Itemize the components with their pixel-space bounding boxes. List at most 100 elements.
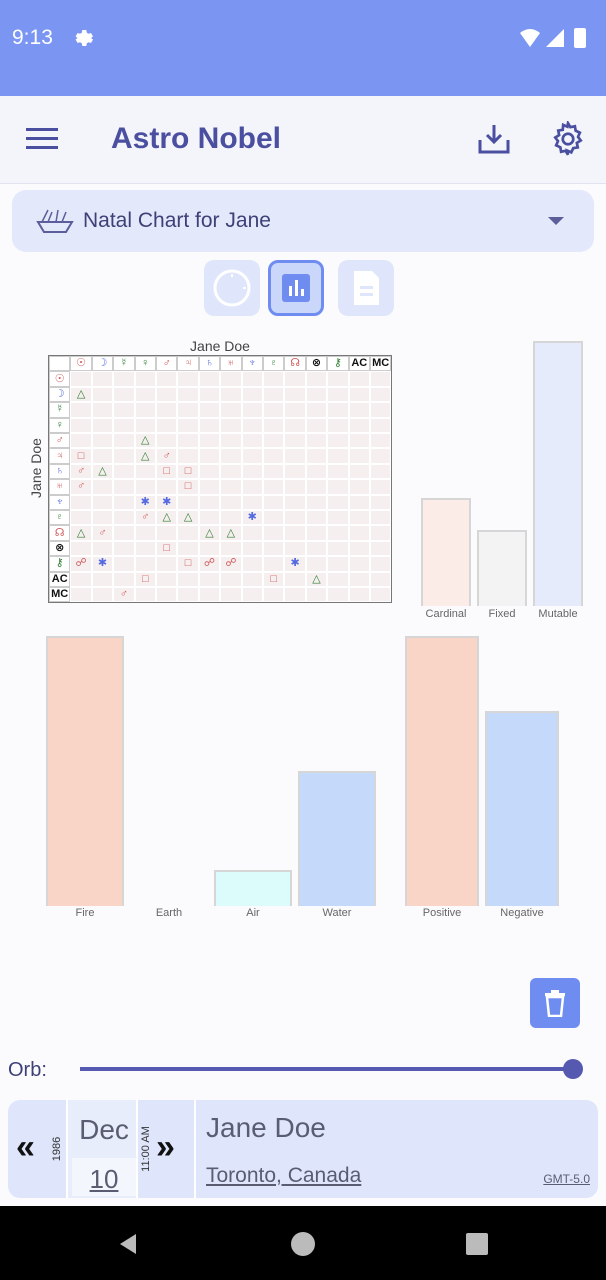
wheel-view-button[interactable] (204, 260, 260, 316)
grid-row-header: ♅ (49, 479, 71, 495)
aspect-cell (263, 525, 285, 541)
grid-column-header: MC (370, 356, 392, 372)
aspect-cell (113, 433, 135, 449)
home-icon[interactable] (291, 1232, 315, 1256)
aspect-cell (305, 479, 328, 495)
aspect-cell (305, 510, 328, 526)
aspect-cell: ✱ (91, 556, 114, 572)
back-icon[interactable] (116, 1232, 140, 1256)
aspect-cell: ☍ (198, 556, 221, 572)
aspect-cell: △ (177, 510, 199, 526)
download-icon[interactable] (476, 122, 512, 156)
grid-column-header: ☉ (70, 356, 92, 372)
aspect-cell (156, 525, 178, 541)
aspect-cell (220, 540, 242, 557)
aspect-cell: ✱ (134, 494, 156, 510)
aspect-cell (156, 479, 178, 495)
aspect-cell (177, 433, 199, 449)
aspect-cell (113, 494, 135, 510)
bar-positive (405, 636, 479, 906)
aspect-cell (198, 540, 221, 557)
year-text[interactable]: 1986 (51, 1137, 63, 1161)
grid-row-header: ♂ (49, 433, 71, 449)
aspect-cell: □ (263, 571, 285, 587)
grid-row-header: MC (49, 587, 71, 603)
bar-air (214, 870, 292, 906)
grid-row-header: ☿ (49, 402, 71, 418)
aspect-cell: △ (198, 525, 221, 541)
grid-column-header: ♄ (198, 356, 221, 372)
bar-mutable (533, 341, 583, 606)
chart-selector[interactable]: Natal Chart for Jane (12, 190, 594, 252)
bowl-icon (36, 209, 74, 233)
aspect-cell (284, 571, 306, 587)
aspect-cell (348, 448, 370, 464)
grid-column-header: ♅ (220, 356, 242, 372)
aspect-cell (284, 371, 306, 387)
recents-icon[interactable] (466, 1233, 488, 1255)
aspect-cell (348, 510, 370, 526)
aspect-cell (370, 556, 392, 572)
aspect-cell (198, 587, 221, 603)
aspect-cell (263, 510, 285, 526)
aspect-cell (327, 479, 349, 495)
aspect-cell (134, 386, 156, 403)
menu-icon[interactable] (26, 126, 60, 152)
aspect-cell (220, 463, 242, 480)
aspect-cell (113, 510, 135, 526)
person-place-link[interactable]: Toronto, Canada (206, 1164, 361, 1188)
aspect-cell (370, 386, 392, 403)
aspect-cell: △ (91, 463, 114, 480)
day-text[interactable]: 10 (72, 1164, 136, 1195)
orb-slider[interactable] (80, 1057, 585, 1081)
grid-row-header: AC (49, 571, 71, 587)
aspect-cell (305, 587, 328, 603)
aspect-cell (156, 587, 178, 603)
aspect-cell: ♂ (113, 587, 135, 603)
stats-view-button[interactable] (268, 260, 324, 316)
aspect-cell (327, 402, 349, 418)
bar-fire (46, 636, 124, 906)
month-text[interactable]: Dec (68, 1114, 140, 1146)
aspect-cell (113, 540, 135, 557)
aspect-cell (327, 371, 349, 387)
aspect-cell (198, 417, 221, 433)
aspect-cell (370, 433, 392, 449)
aspect-cell (177, 371, 199, 387)
aspect-cell (113, 525, 135, 541)
status-bar: 9:13 (0, 0, 606, 96)
orb-slider-track (80, 1067, 573, 1071)
aspect-cell (134, 540, 156, 557)
aspect-cell: □ (177, 479, 199, 495)
aspect-cell (327, 525, 349, 541)
bar-water (298, 771, 376, 906)
bar-label-fire: Fire (75, 907, 95, 919)
settings-icon[interactable] (550, 121, 586, 157)
aspect-cell (284, 433, 306, 449)
next-button[interactable]: » (156, 1128, 175, 1167)
previous-button[interactable]: « (16, 1128, 35, 1167)
aspect-cell (370, 525, 392, 541)
orb-slider-thumb[interactable] (563, 1059, 583, 1079)
aspect-cell (198, 433, 221, 449)
person-name[interactable]: Jane Doe (206, 1112, 326, 1144)
document-view-button[interactable] (338, 260, 394, 316)
aspect-cell: △ (156, 510, 178, 526)
aspect-cell (134, 463, 156, 480)
aspect-cell (263, 494, 285, 510)
aspect-cell (198, 463, 221, 480)
app-title: Astro Nobel (111, 122, 282, 155)
bar-cardinal (421, 498, 471, 606)
aspect-cell (91, 510, 114, 526)
aspect-cell (113, 402, 135, 418)
aspect-grid-title: Jane Doe (190, 338, 250, 354)
aspect-cell (91, 479, 114, 495)
delete-button[interactable] (530, 978, 580, 1028)
aspect-cell (134, 587, 156, 603)
aspect-cell (327, 463, 349, 480)
time-text[interactable]: 11:00 AM (140, 1126, 152, 1172)
aspect-cell (241, 479, 263, 495)
grid-column-header: ☊ (284, 356, 306, 372)
timezone-link[interactable]: GMT-5.0 (543, 1172, 590, 1186)
aspect-cell (327, 571, 349, 587)
